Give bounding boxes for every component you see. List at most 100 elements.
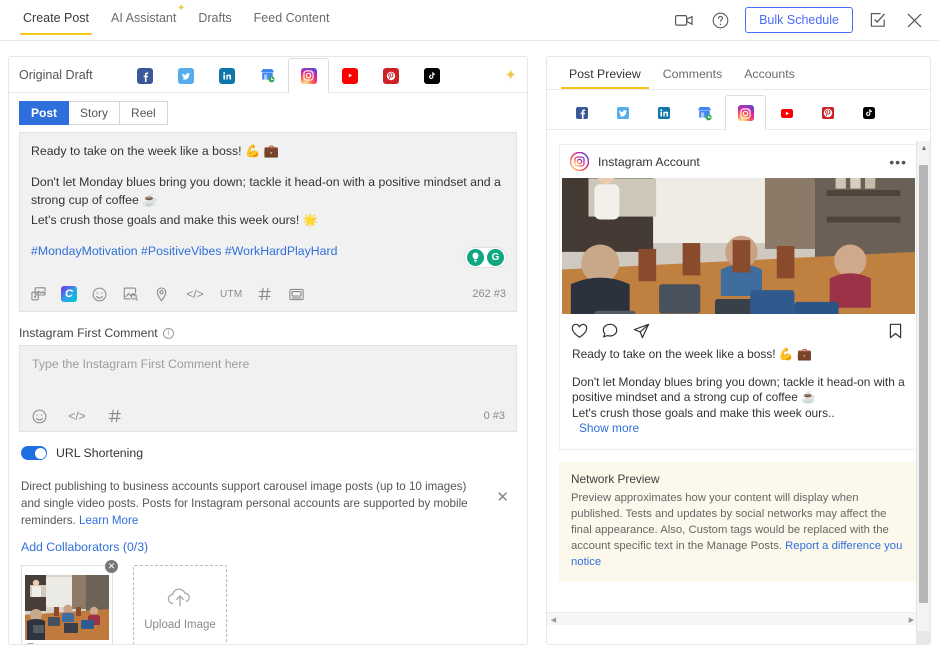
edit-pencil-icon[interactable]: ✎ — [100, 643, 108, 646]
help-circle-icon[interactable] — [709, 9, 731, 31]
bulk-schedule-button[interactable]: Bulk Schedule — [745, 7, 853, 33]
post-body-line-2: Don't let Monday blues bring you down; t… — [31, 173, 505, 209]
youtube-icon — [779, 105, 795, 121]
first-comment-counter: 0 #3 — [484, 410, 505, 422]
network-tab-google-business[interactable] — [247, 58, 288, 93]
canva-icon[interactable]: C — [61, 286, 77, 302]
location-icon[interactable] — [153, 286, 170, 303]
gallery-icon[interactable] — [288, 286, 305, 303]
draft-label: Original Draft — [19, 68, 124, 82]
utm-icon[interactable]: UTM — [220, 289, 243, 300]
network-tab-youtube[interactable] — [329, 58, 370, 93]
network-tab-facebook[interactable] — [124, 58, 165, 93]
upload-image-button[interactable]: Upload Image — [133, 565, 227, 645]
tab-accounts[interactable]: Accounts — [736, 67, 803, 89]
bookmark-icon[interactable] — [889, 323, 906, 340]
hashtag-icon[interactable] — [106, 408, 123, 425]
nav-item-feed-content[interactable]: Feed Content — [243, 11, 341, 35]
tag-icon[interactable] — [26, 643, 35, 646]
post-type-post[interactable]: Post — [19, 101, 69, 125]
preview-network-youtube[interactable] — [766, 95, 807, 130]
preview-network-tabs — [547, 90, 930, 130]
like-heart-icon[interactable] — [571, 323, 588, 340]
tiktok-icon — [861, 105, 877, 121]
cloud-upload-icon — [165, 586, 195, 613]
info-icon[interactable]: i — [163, 328, 174, 339]
network-tab-twitter[interactable] — [165, 58, 206, 93]
video-camera-icon[interactable] — [673, 9, 695, 31]
avatar — [570, 152, 589, 171]
network-tab-pinterest[interactable] — [370, 58, 411, 93]
draft-network-row: Original Draft — [9, 57, 527, 93]
post-text-editor[interactable]: Ready to take on the week like a boss! 💪… — [19, 132, 517, 312]
comment-bubble-icon[interactable] — [602, 323, 619, 340]
preview-network-instagram[interactable] — [725, 95, 766, 130]
post-type-story[interactable]: Story — [69, 101, 120, 125]
code-icon[interactable]: </> — [66, 408, 88, 425]
learn-more-link[interactable]: Learn More — [79, 514, 138, 527]
post-type-reel[interactable]: Reel — [120, 101, 168, 125]
tag-label[interactable]: Tag — [38, 643, 53, 645]
preview-network-pinterest[interactable] — [807, 95, 848, 130]
facebook-icon — [574, 105, 590, 121]
nav-item-ai-assistant[interactable]: AI Assistant ✦ — [100, 11, 187, 35]
add-collaborators-link[interactable]: Add Collaborators (0/3) — [21, 540, 517, 554]
remove-media-icon[interactable]: ✕ — [105, 560, 118, 573]
twitter-icon — [178, 68, 194, 84]
network-tab-instagram[interactable] — [288, 58, 329, 93]
code-icon[interactable]: </> — [184, 286, 206, 303]
nav-item-create-post[interactable]: Create Post — [12, 11, 100, 35]
media-library-icon[interactable] — [30, 286, 47, 303]
nav-label: AI Assistant — [111, 11, 176, 25]
sparkle-icon: ✦ — [177, 4, 185, 14]
network-tab-linkedin[interactable] — [206, 58, 247, 93]
post-text-content: Ready to take on the week like a boss! 💪… — [20, 133, 516, 260]
google-business-icon — [260, 68, 276, 84]
first-comment-input[interactable]: Type the Instagram First Comment here </… — [19, 345, 517, 432]
tab-post-preview[interactable]: Post Preview — [561, 67, 649, 89]
composer-panel: Original Draft — [8, 56, 528, 645]
network-tab-tiktok[interactable] — [411, 58, 452, 93]
tiktok-icon — [424, 68, 440, 84]
preview-horizontal-scrollbar[interactable]: ◀ ▶ — [547, 612, 918, 625]
emoji-icon[interactable] — [31, 408, 48, 425]
upload-image-label: Upload Image — [144, 619, 216, 631]
scroll-thumb[interactable] — [919, 165, 928, 603]
hashtag-icon[interactable] — [257, 286, 274, 303]
first-comment-label: Instagram First Comment — [19, 326, 158, 340]
preview-network-linkedin[interactable] — [643, 95, 684, 130]
youtube-icon — [342, 68, 358, 84]
instagram-post-actions — [560, 314, 917, 344]
share-paperplane-icon[interactable] — [633, 323, 650, 340]
google-business-icon — [697, 105, 713, 121]
image-search-icon[interactable] — [122, 286, 139, 303]
preview-network-facebook[interactable] — [561, 95, 602, 130]
preview-network-tiktok[interactable] — [848, 95, 889, 130]
scroll-up-arrow[interactable]: ▲ — [917, 141, 931, 155]
show-more-link[interactable]: Show more — [572, 421, 639, 435]
pinterest-icon — [820, 105, 836, 121]
instagram-icon — [301, 68, 317, 84]
editor-toolbar: C — [20, 277, 516, 311]
scroll-left-arrow[interactable]: ◀ — [547, 613, 560, 625]
close-icon[interactable] — [903, 9, 925, 31]
tab-comments[interactable]: Comments — [655, 67, 730, 89]
checklist-icon[interactable] — [867, 9, 889, 31]
post-type-tabs: Post Story Reel — [9, 93, 527, 125]
nav-item-drafts[interactable]: Drafts — [187, 11, 242, 35]
preview-network-twitter[interactable] — [602, 95, 643, 130]
instagram-icon — [738, 105, 754, 121]
scrollbar-corner — [916, 631, 930, 644]
media-thumbnail-card[interactable]: ✕ — [21, 565, 113, 645]
grammarly-widget[interactable]: G — [465, 248, 506, 267]
first-comment-toolbar: </> 0 #3 — [20, 401, 516, 431]
instagram-post-caption: Ready to take on the week like a boss! 💪… — [560, 344, 917, 449]
notice-close-icon[interactable]: ✕ — [496, 490, 509, 505]
ai-sparkle-icon[interactable]: ✦ — [504, 66, 517, 84]
preview-vertical-scrollbar[interactable]: ▲ ▼ — [916, 141, 930, 645]
more-options-icon[interactable]: ••• — [889, 154, 907, 170]
preview-network-google-business[interactable] — [684, 95, 725, 130]
url-shortening-toggle[interactable] — [21, 446, 47, 460]
emoji-icon[interactable] — [91, 286, 108, 303]
fc-char-count: 0 — [484, 410, 490, 422]
